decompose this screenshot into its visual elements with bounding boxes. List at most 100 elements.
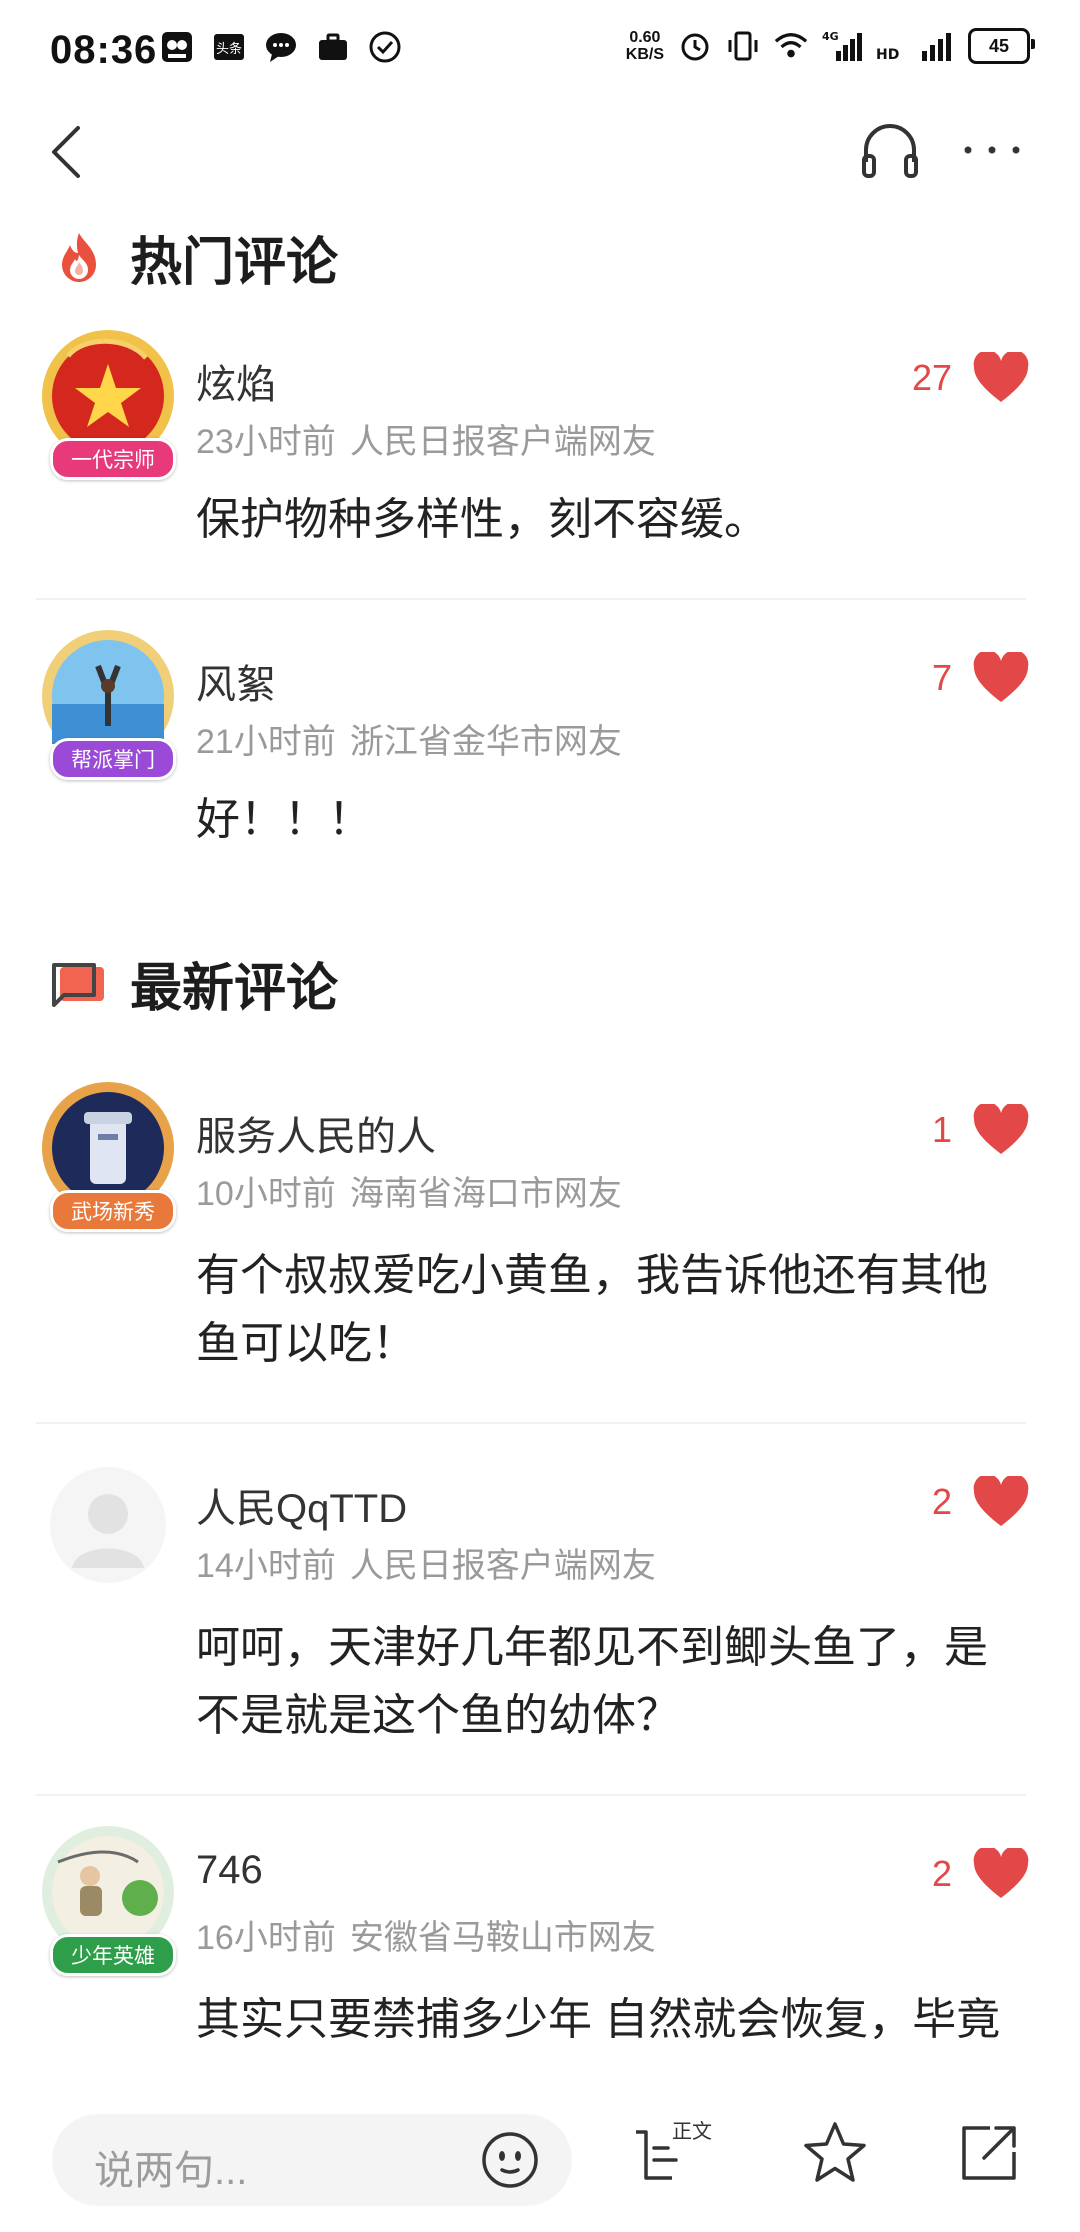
comment-item[interactable]: 人民QqTTD 14小时前 人民日报客户端网友 呵呵，天津好几年都见不到鲫头鱼了，… — [0, 1450, 1080, 1790]
avatar[interactable]: 武场新秀 — [28, 1078, 188, 1238]
article-button[interactable]: 正文 — [632, 2118, 712, 2188]
vibrate-icon — [726, 29, 760, 63]
notification-icons: 头条 — [160, 30, 402, 64]
like-count: 7 — [931, 657, 952, 698]
article-text-icon: 正文 — [636, 2119, 712, 2180]
user-rank-badge: 少年英雄 — [50, 1934, 176, 1976]
comment-text: 有个叔叔爱吃小黄鱼，我告诉他还有其他鱼可以吃！ — [196, 1251, 988, 1368]
comment-location: 人民日报客户端网友 — [349, 423, 656, 461]
comment-meta: 23小时前 人民日报客户端网友 — [196, 414, 656, 463]
comment-location: 海南省海口市网友 — [349, 1175, 622, 1213]
comment-meta: 16小时前 安徽省马鞍山市网友 — [196, 1910, 656, 1959]
comment-text: 好！！！ — [196, 795, 372, 844]
like-count: 27 — [911, 357, 952, 398]
net-speed: 0.60 KB/S — [626, 29, 664, 63]
comment-meta: 10小时前 海南省海口市网友 — [196, 1166, 622, 1215]
comment-text: 呵呵，天津好几年都见不到鲫头鱼了，是不是就是这个鱼的幼体？ — [196, 1623, 988, 1740]
comment-location: 人民日报客户端网友 — [349, 1547, 656, 1585]
comment-location: 浙江省金华市网友 — [349, 723, 622, 761]
back-button[interactable] — [44, 122, 94, 182]
comment-author[interactable]: 服务人民的人 — [196, 1104, 436, 1162]
chevron-left-icon — [52, 126, 80, 178]
more-button[interactable] — [960, 118, 1024, 182]
user-rank-badge: 帮派掌门 — [50, 738, 176, 780]
comment-time: 16小时前 — [196, 1919, 336, 1957]
comment-time: 21小时前 — [196, 723, 336, 761]
alarm-icon — [678, 29, 712, 63]
like-button[interactable]: 7 — [932, 652, 1030, 704]
comment-author[interactable]: 风絮 — [196, 652, 276, 710]
heart-icon — [973, 1848, 1029, 1898]
svg-text:HD: HD — [876, 47, 899, 63]
comment-item[interactable]: 少年英雄 746 16小时前 安徽省马鞍山市网友 其实只要禁捕多少年 自然就会恢复… — [0, 1822, 1080, 2062]
comment-author[interactable]: 人民QqTTD — [196, 1476, 407, 1534]
app-notification-icon — [160, 30, 194, 64]
top-nav — [0, 100, 1080, 200]
like-button[interactable]: 1 — [932, 1104, 1030, 1156]
default-avatar-image — [50, 1467, 166, 1583]
system-icons: 0.60 KB/S 4G HD 45 — [626, 28, 1035, 64]
signal-4g-icon: 4G — [822, 29, 862, 63]
comment-divider — [36, 598, 1026, 600]
fire-icon — [62, 232, 96, 282]
heart-icon — [973, 1104, 1029, 1154]
check-circle-icon — [368, 30, 402, 64]
comment-item[interactable]: 帮派掌门 风絮 21小时前 浙江省金华市网友 好！！！ 7 — [0, 626, 1080, 856]
scroll-fade — [0, 2046, 1080, 2080]
status-time: 08:36 — [50, 28, 158, 72]
user-rank-badge: 一代宗师 — [50, 438, 176, 480]
favorite-button[interactable] — [800, 2118, 870, 2188]
heart-icon — [973, 652, 1029, 702]
comment-author[interactable]: 炫焰 — [196, 352, 276, 410]
comment-time: 23小时前 — [196, 423, 336, 461]
comment-divider — [36, 1794, 1026, 1796]
hot-comments-heading: 热门评论 — [50, 220, 338, 295]
comment-time: 14小时前 — [196, 1547, 336, 1585]
share-button[interactable] — [954, 2118, 1024, 2188]
headphones-icon — [862, 124, 918, 178]
comment-meta: 21小时前 浙江省金华市网友 — [196, 714, 622, 763]
comment-author[interactable]: 746 — [196, 1848, 263, 1893]
share-icon — [962, 2126, 1016, 2180]
comment-location: 安徽省马鞍山市网友 — [349, 1919, 656, 1957]
avatar[interactable]: 帮派掌门 — [28, 626, 188, 786]
latest-comments-title: 最新评论 — [130, 960, 339, 1018]
hot-comments-title: 热门评论 — [130, 234, 339, 292]
comment-item[interactable]: 武场新秀 服务人民的人 10小时前 海南省海口市网友 有个叔叔爱吃小黄鱼，我告诉他… — [0, 1078, 1080, 1418]
avatar[interactable]: 少年英雄 — [28, 1822, 188, 1982]
net-speed-value: 0.60 — [629, 29, 661, 46]
hd-call-icon: HD — [876, 29, 906, 63]
heart-icon — [973, 352, 1029, 402]
status-bar: 08:36 头条 0.60 KB/S 4G HD 45 — [0, 0, 1080, 100]
svg-text:头条: 头条 — [216, 41, 242, 57]
article-label: 正文 — [672, 2119, 712, 2143]
avatar[interactable]: 一代宗师 — [28, 326, 188, 486]
like-count: 1 — [931, 1109, 952, 1150]
chat-bubble-icon — [264, 30, 298, 64]
wifi-icon — [774, 29, 808, 63]
like-count: 2 — [931, 1853, 952, 1894]
user-rank-badge: 武场新秀 — [50, 1190, 176, 1232]
toutiao-icon: 头条 — [212, 30, 246, 64]
like-count: 2 — [931, 1481, 952, 1522]
battery-indicator: 45 — [968, 28, 1035, 64]
heart-icon — [973, 1476, 1029, 1526]
listen-button[interactable] — [858, 118, 922, 182]
latest-comments-heading: 最新评论 — [50, 946, 338, 1021]
emoji-icon[interactable] — [478, 2128, 542, 2192]
net-speed-unit: KB/S — [625, 46, 664, 63]
star-icon — [804, 2122, 866, 2182]
comment-input[interactable]: 说两句... — [52, 2114, 572, 2206]
comment-input-placeholder: 说两句... — [94, 2149, 248, 2193]
like-button[interactable]: 27 — [912, 352, 1030, 404]
comment-item[interactable]: 一代宗师 炫焰 23小时前 人民日报客户端网友 保护物种多样性，刻不容缓。 27 — [0, 326, 1080, 596]
like-button[interactable]: 2 — [932, 1848, 1030, 1900]
comment-meta: 14小时前 人民日报客户端网友 — [196, 1538, 656, 1587]
svg-text:4G: 4G — [822, 30, 839, 43]
more-dots-icon — [964, 146, 1020, 154]
signal-icon — [920, 29, 954, 63]
avatar[interactable] — [28, 1450, 188, 1610]
like-button[interactable]: 2 — [932, 1476, 1030, 1528]
comment-bubble-icon — [52, 962, 104, 1007]
comment-time: 10小时前 — [196, 1175, 336, 1213]
